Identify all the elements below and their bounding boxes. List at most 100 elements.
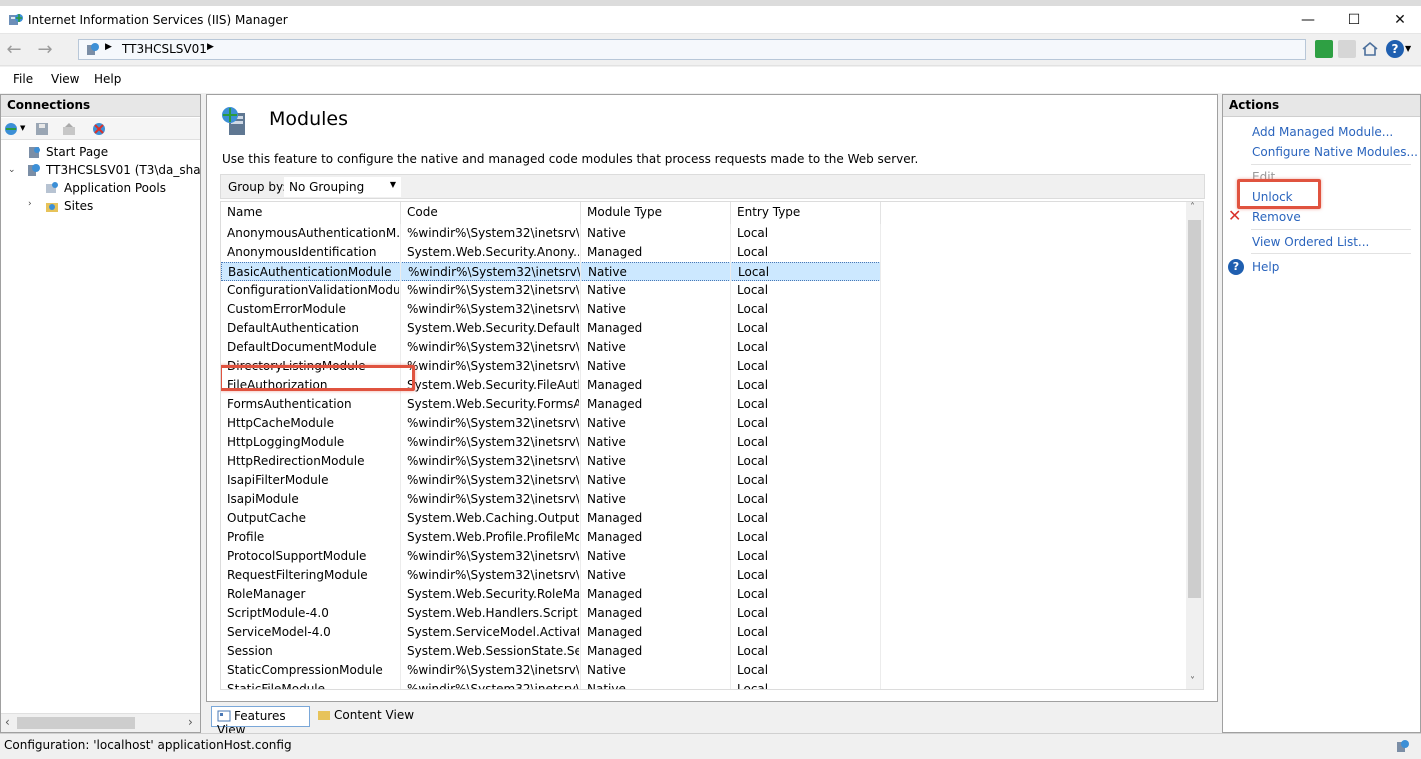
cell-module-type: Native <box>587 663 626 677</box>
save-icon[interactable] <box>34 121 50 137</box>
table-row[interactable]: HttpLoggingModule %windir%\System32\inets… <box>221 433 881 452</box>
forward-arrow-icon[interactable]: → <box>35 40 55 60</box>
cell-code: %windir%\System32\inetsrv\... <box>407 302 579 316</box>
cell-module-type: Native <box>587 682 626 690</box>
window-title: Internet Information Services (IIS) Mana… <box>28 13 288 27</box>
table-row[interactable]: IsapiFilterModule %windir%\System32\inets… <box>221 471 881 490</box>
status-text: Configuration: 'localhost' applicationHo… <box>4 738 292 752</box>
breadcrumb-separator-icon[interactable]: ▶ <box>207 42 214 52</box>
cell-code: System.Web.Security.RoleMa... <box>407 587 579 601</box>
maximize-button[interactable]: ☐ <box>1331 6 1377 34</box>
table-row[interactable]: AnonymousIdentification System.Web.Securi… <box>221 243 881 262</box>
action-help[interactable]: Help <box>1252 260 1279 274</box>
cell-entry-type: Local <box>737 663 769 677</box>
table-vertical-scrollbar[interactable]: ˄ ˅ <box>1186 202 1203 689</box>
table-row[interactable]: CustomErrorModule %windir%\System32\inets… <box>221 300 881 319</box>
menu-help[interactable]: Help <box>94 72 121 86</box>
cell-name: AnonymousAuthenticationM... <box>227 226 399 240</box>
connect-globe-icon[interactable] <box>4 121 20 137</box>
cell-entry-type: Local <box>737 587 769 601</box>
stop-icon[interactable] <box>1338 40 1356 58</box>
application-pools-icon <box>46 182 58 193</box>
table-row[interactable]: HttpCacheModule %windir%\System32\inetsrv… <box>221 414 881 433</box>
cell-code: %windir%\System32\inetsrv\i... <box>407 492 579 506</box>
help-icon: ? <box>1228 259 1244 275</box>
cell-name: IsapiFilterModule <box>227 473 329 487</box>
table-row[interactable]: ConfigurationValidationModule %windir%\Sy… <box>221 281 881 300</box>
table-row[interactable]: StaticFileModule %windir%\System32\inetsr… <box>221 680 881 690</box>
tree-item-sites[interactable]: Sites <box>45 197 93 215</box>
scroll-right-icon[interactable]: › <box>188 715 193 729</box>
disconnect-icon[interactable] <box>91 121 107 137</box>
tab-label: Content View <box>334 708 415 722</box>
table-row[interactable]: AnonymousAuthenticationM... %windir%\Syst… <box>221 224 881 243</box>
table-row[interactable]: HttpRedirectionModule %windir%\System32\i… <box>221 452 881 471</box>
cell-code: %windir%\System32\inetsrv\r... <box>407 454 579 468</box>
action-remove[interactable]: Remove <box>1252 210 1301 224</box>
table-row[interactable]: ScriptModule-4.0 System.Web.Handlers.Scri… <box>221 604 881 623</box>
tree-expand-icon[interactable]: › <box>28 199 32 209</box>
scrollbar-thumb[interactable] <box>1188 220 1201 598</box>
modules-feature-panel: Modules Use this feature to configure th… <box>206 94 1218 702</box>
scroll-left-icon[interactable]: ‹ <box>5 715 10 729</box>
cell-code: %windir%\System32\inetsrv\... <box>407 416 579 430</box>
table-row[interactable]: BasicAuthenticationModule %windir%\System… <box>221 262 881 281</box>
connect-dropdown-icon[interactable]: ▼ <box>20 124 25 132</box>
cell-name: CustomErrorModule <box>227 302 346 316</box>
table-row[interactable]: StaticCompressionModule %windir%\System32… <box>221 661 881 680</box>
group-by-select[interactable]: No Grouping ▼ <box>284 177 401 197</box>
address-bar[interactable]: ▶ TT3HCSLSV01 ▶ <box>78 39 1306 60</box>
menu-view[interactable]: View <box>51 72 79 86</box>
breadcrumb-separator-icon[interactable]: ▶ <box>105 42 112 52</box>
cell-name: BasicAuthenticationModule <box>228 265 392 279</box>
table-row[interactable]: RequestFilteringModule %windir%\System32\… <box>221 566 881 585</box>
table-row[interactable]: OutputCache System.Web.Caching.Output... M… <box>221 509 881 528</box>
cell-entry-type: Local <box>737 682 769 690</box>
action-view-ordered-list[interactable]: View Ordered List... <box>1252 235 1369 249</box>
table-row[interactable]: Session System.Web.SessionState.Ses... Man… <box>221 642 881 661</box>
cell-name: HttpLoggingModule <box>227 435 345 449</box>
table-row[interactable]: DefaultAuthentication System.Web.Security… <box>221 319 881 338</box>
cell-module-type: Native <box>587 492 626 506</box>
tab-content-view[interactable]: Content View <box>312 706 419 727</box>
tab-features-view[interactable]: Features View <box>211 706 310 737</box>
table-row[interactable]: RoleManager System.Web.Security.RoleMa...… <box>221 585 881 604</box>
scroll-down-icon[interactable]: ˅ <box>1190 676 1195 687</box>
action-add-managed-module[interactable]: Add Managed Module... <box>1252 125 1393 139</box>
tree-item-server[interactable]: TT3HCSLSV01 (T3\da_shawnl <box>27 161 201 179</box>
home-icon[interactable] <box>1361 40 1379 58</box>
help-dropdown-icon[interactable]: ▼ <box>1405 44 1411 53</box>
minimize-button[interactable]: — <box>1285 6 1331 34</box>
back-arrow-icon[interactable]: ← <box>4 40 24 60</box>
actions-divider <box>1251 164 1411 165</box>
menu-file[interactable]: File <box>13 72 33 86</box>
actions-divider <box>1251 229 1411 230</box>
breadcrumb-server[interactable]: TT3HCSLSV01 <box>122 42 207 56</box>
table-row[interactable]: ProtocolSupportModule %windir%\System32\i… <box>221 547 881 566</box>
table-row[interactable]: ServiceModel-4.0 System.ServiceModel.Acti… <box>221 623 881 642</box>
help-icon[interactable]: ? <box>1386 40 1404 58</box>
up-level-icon[interactable] <box>61 121 77 137</box>
cell-name: HttpRedirectionModule <box>227 454 365 468</box>
cell-name: FormsAuthentication <box>227 397 352 411</box>
table-row[interactable]: DefaultDocumentModule %windir%\System32\i… <box>221 338 881 357</box>
cell-module-type: Native <box>587 454 626 468</box>
cell-code: %windir%\System32\inetsrv\... <box>407 283 579 297</box>
cell-module-type: Managed <box>587 587 643 601</box>
tree-collapse-icon[interactable]: ⌄ <box>8 165 16 175</box>
scrollbar-thumb[interactable] <box>17 717 135 729</box>
scroll-up-icon[interactable]: ˄ <box>1190 202 1195 213</box>
tree-item-application-pools[interactable]: Application Pools <box>45 179 166 197</box>
table-row[interactable]: Profile System.Web.Profile.ProfileMo... Ma… <box>221 528 881 547</box>
refresh-icon[interactable] <box>1315 40 1333 58</box>
connections-horizontal-scrollbar[interactable]: ‹ › <box>1 713 200 732</box>
table-row[interactable]: FormsAuthentication System.Web.Security.F… <box>221 395 881 414</box>
cell-code: %windir%\System32\inetsrv\... <box>407 663 579 677</box>
cell-entry-type: Local <box>737 492 769 506</box>
table-row[interactable]: IsapiModule %windir%\System32\inetsrv\i..… <box>221 490 881 509</box>
action-configure-native-modules[interactable]: Configure Native Modules... <box>1252 145 1418 159</box>
close-button[interactable]: ✕ <box>1377 6 1421 34</box>
tree-item-start-page[interactable]: Start Page <box>27 143 108 161</box>
cell-entry-type: Local <box>737 625 769 639</box>
cell-code: %windir%\System32\inetsrv\l... <box>407 435 579 449</box>
